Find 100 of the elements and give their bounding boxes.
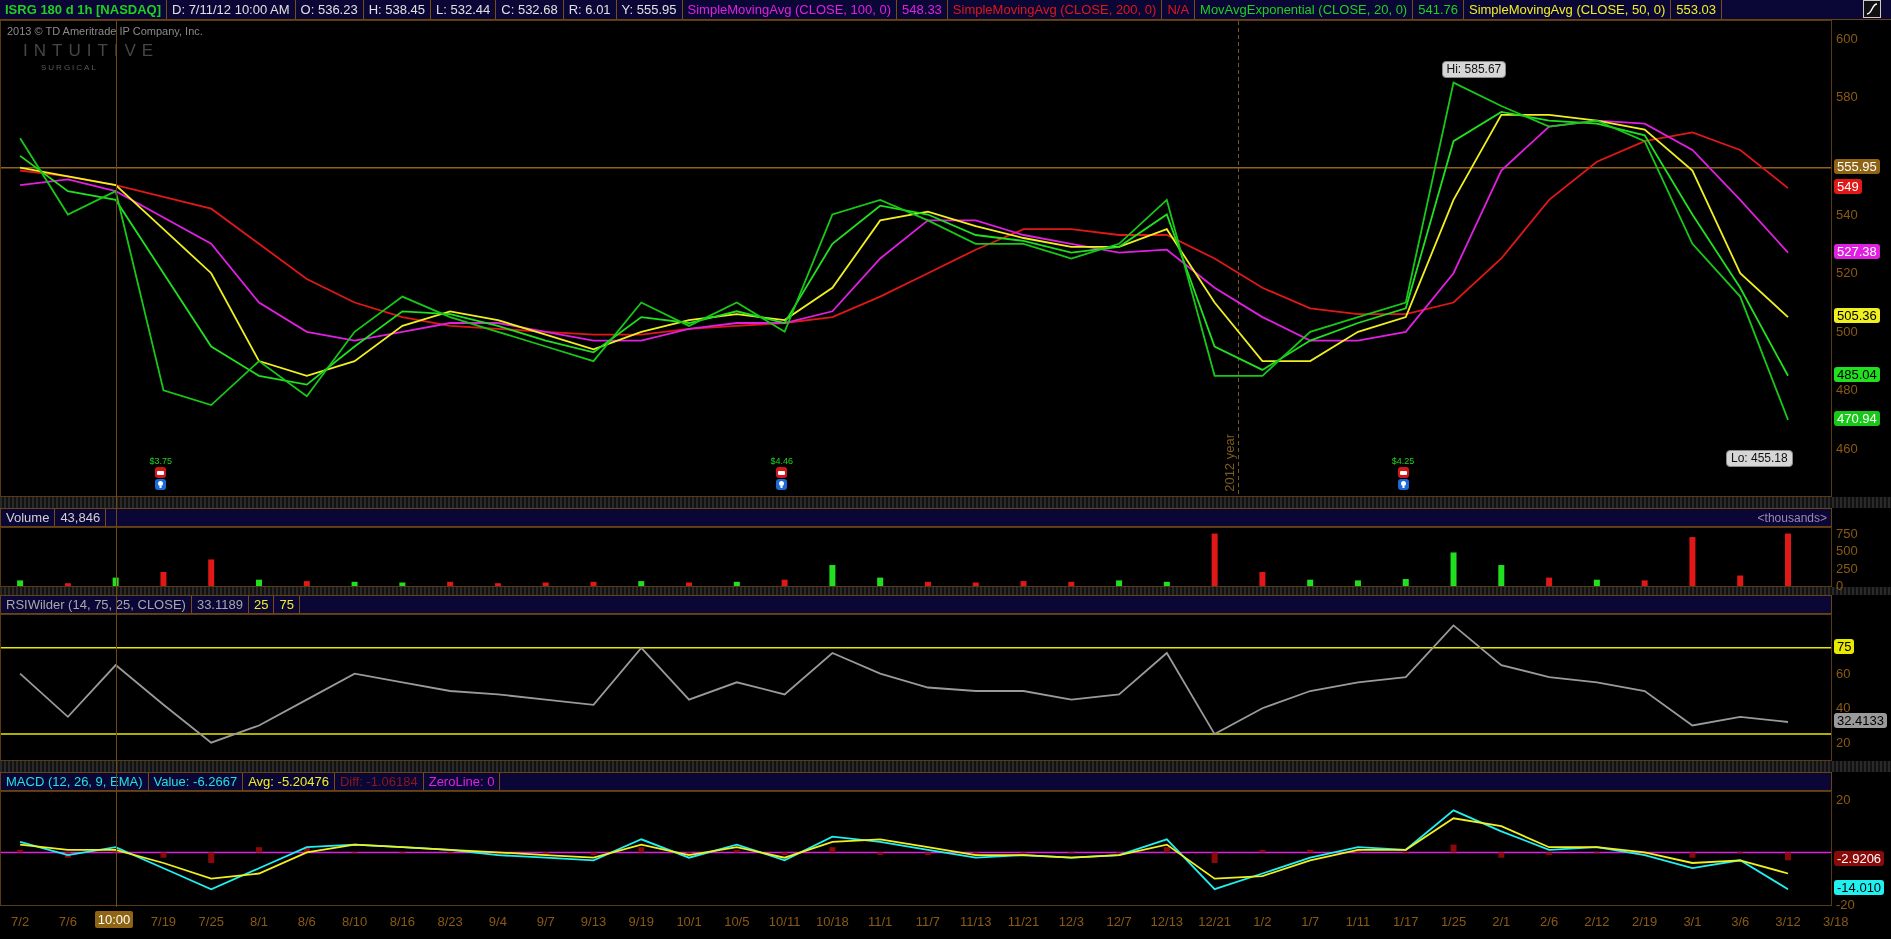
date-label: 10/18 — [816, 914, 849, 929]
low-label: Lo: 455.18 — [1726, 449, 1793, 467]
date-label: 2/1 — [1492, 914, 1511, 929]
date-label: 3/6 — [1731, 914, 1750, 929]
bar — [1116, 580, 1123, 586]
bar — [590, 852, 597, 856]
bar — [208, 852, 215, 863]
date-label: 7/2 — [11, 914, 30, 929]
event-icon[interactable] — [776, 467, 788, 478]
bar — [829, 565, 836, 586]
study-label: 25 — [248, 596, 275, 613]
date-label: 12/3 — [1058, 914, 1084, 929]
date-label: 10/11 — [768, 914, 801, 929]
header-label: MovAvgExponential (CLOSE, 20, 0) — [1195, 0, 1414, 19]
date-label: 12/21 — [1198, 914, 1231, 929]
bar — [686, 852, 693, 856]
dividend-label: $4.25 — [1391, 456, 1415, 466]
value-badge: 549 — [1834, 179, 1862, 195]
bar — [17, 580, 24, 586]
study-label: 75 — [274, 596, 300, 613]
header-label: N/A — [1162, 0, 1196, 19]
header-label: D: 7/11/12 10:00 AM — [167, 0, 296, 19]
bar — [1307, 849, 1314, 853]
bar — [17, 849, 24, 853]
bulb-icon[interactable] — [155, 479, 167, 490]
date-label: 1/11 — [1345, 914, 1371, 929]
symbol-label: ISRG 180 d 1h [NASDAQ] — [0, 0, 168, 19]
cursor-label: 10:00 — [94, 911, 134, 928]
date-label: 8/23 — [437, 914, 463, 929]
date-label: 1/25 — [1440, 914, 1467, 929]
bar — [1259, 572, 1266, 586]
bar — [638, 581, 645, 586]
bar — [1307, 579, 1314, 586]
axis-label: 460 — [1836, 442, 1858, 457]
bar — [1450, 552, 1457, 586]
bar — [1689, 537, 1696, 586]
curve-icon[interactable] — [1863, 0, 1881, 18]
date-label: 2/6 — [1540, 914, 1559, 929]
bar — [1737, 575, 1744, 586]
axis-label: 600 — [1836, 31, 1858, 46]
study-label: ZeroLine: 0 — [423, 773, 501, 790]
header-label: O: 536.23 — [295, 0, 364, 19]
axis-label: -20 — [1836, 898, 1855, 912]
date-label: 12/13 — [1150, 914, 1184, 929]
date-label: 9/13 — [580, 914, 607, 929]
header-label: H: 538.45 — [363, 0, 432, 19]
date-label: 3/1 — [1683, 914, 1702, 929]
date-label: 9/4 — [488, 914, 507, 929]
bar — [829, 847, 836, 853]
axis-label: 540 — [1836, 207, 1858, 222]
date-label: 7/19 — [150, 914, 177, 929]
date-label: 8/6 — [297, 914, 316, 929]
value-badge: -2.9206 — [1834, 851, 1885, 867]
date-label: 1/7 — [1301, 914, 1320, 929]
date-label: 10/5 — [724, 914, 750, 929]
header-label: 541.76 — [1413, 0, 1464, 19]
bar — [1785, 852, 1791, 861]
bar — [160, 852, 167, 858]
date-label: 11/13 — [959, 914, 992, 929]
bar — [256, 579, 262, 586]
bulb-icon[interactable] — [1397, 479, 1409, 490]
bar — [208, 559, 215, 586]
bar — [1689, 852, 1696, 858]
value-badge: -14.010 — [1834, 880, 1885, 896]
value-badge: 32.4133 — [1834, 713, 1887, 728]
bar — [1498, 565, 1505, 586]
bar — [1020, 581, 1027, 586]
date-label: 11/21 — [1007, 914, 1040, 929]
date-label: 3/12 — [1775, 914, 1801, 929]
logo-tagline: SURGICAL — [41, 63, 98, 72]
axis-label: 580 — [1836, 90, 1858, 105]
header-label: L: 532.44 — [431, 0, 497, 19]
bar — [1402, 579, 1409, 586]
event-icon[interactable] — [155, 467, 167, 478]
bar — [1641, 580, 1648, 586]
header-label: SimpleMovingAvg (CLOSE, 100, 0) — [682, 0, 898, 19]
bar — [877, 577, 884, 586]
study-label: Volume — [1, 509, 56, 526]
date-label: 1/17 — [1393, 914, 1419, 929]
event-icon[interactable] — [1397, 467, 1409, 478]
date-label: 8/1 — [250, 914, 269, 929]
axis-label: 60 — [1836, 666, 1851, 681]
bar — [494, 583, 501, 586]
high-label: Hi: 585.67 — [1441, 60, 1507, 78]
bar — [924, 852, 931, 856]
date-label: 1/2 — [1253, 914, 1272, 929]
value-badge: 527.38 — [1834, 243, 1880, 259]
bar — [781, 579, 788, 586]
axis-label: 520 — [1836, 266, 1858, 281]
bar — [64, 852, 71, 858]
study-label: Diff: -1.06184 — [334, 773, 424, 790]
axis-label: 750 — [1836, 526, 1858, 541]
dividend-label: $4.46 — [770, 456, 794, 466]
value-badge: 485.04 — [1834, 366, 1880, 382]
period-label: 2012 year — [1221, 434, 1237, 492]
bar — [542, 852, 549, 856]
value-badge: 470.94 — [1834, 410, 1880, 426]
bar — [256, 847, 262, 853]
bar — [160, 572, 167, 586]
bulb-icon[interactable] — [776, 479, 788, 490]
